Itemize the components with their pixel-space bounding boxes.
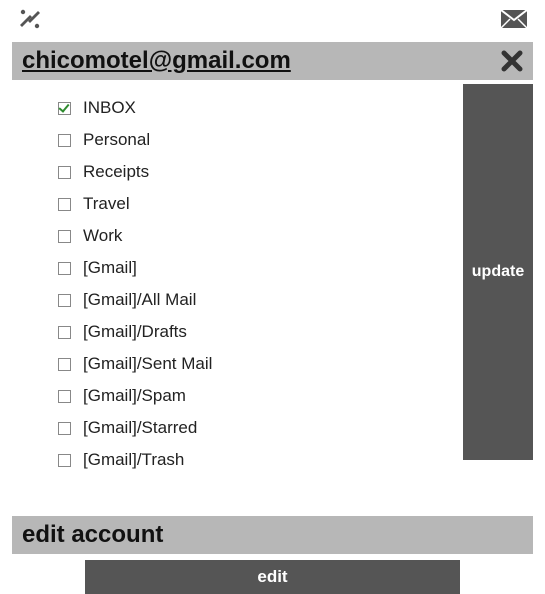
tools-icon[interactable] (18, 7, 42, 31)
folder-item[interactable]: Travel (58, 188, 463, 220)
folder-checkbox[interactable] (58, 390, 71, 403)
folder-item[interactable]: [Gmail]/Trash (58, 444, 463, 476)
folder-label: [Gmail]/Drafts (83, 322, 187, 342)
folder-label: [Gmail]/Trash (83, 450, 184, 470)
folder-checkbox[interactable] (58, 358, 71, 371)
folder-checkbox[interactable] (58, 198, 71, 211)
folder-label: Receipts (83, 162, 149, 182)
folder-item[interactable]: [Gmail]/Drafts (58, 316, 463, 348)
folder-label: Travel (83, 194, 130, 214)
folder-list: INBOX Personal Receipts Travel Work [Gmail] [G… (12, 84, 463, 484)
folder-label: [Gmail]/Spam (83, 386, 186, 406)
folder-checkbox[interactable] (58, 230, 71, 243)
edit-button-label: edit (257, 567, 287, 587)
mail-icon[interactable] (501, 10, 527, 28)
folder-label: [Gmail] (83, 258, 137, 278)
folder-label: Personal (83, 130, 150, 150)
folder-item[interactable]: [Gmail]/Starred (58, 412, 463, 444)
folder-checkbox[interactable] (58, 102, 71, 115)
edit-button-row: edit (12, 560, 533, 594)
folder-item[interactable]: Work (58, 220, 463, 252)
update-button[interactable]: update (463, 84, 533, 460)
folder-item[interactable]: Personal (58, 124, 463, 156)
folder-checkbox[interactable] (58, 294, 71, 307)
folder-item[interactable]: INBOX (58, 92, 463, 124)
folder-checkbox[interactable] (58, 262, 71, 275)
folder-label: Work (83, 226, 122, 246)
folder-label: [Gmail]/Sent Mail (83, 354, 212, 374)
close-icon[interactable] (501, 50, 523, 72)
folder-item[interactable]: [Gmail] (58, 252, 463, 284)
folder-checkbox[interactable] (58, 166, 71, 179)
folder-checkbox[interactable] (58, 134, 71, 147)
folder-label: [Gmail]/Starred (83, 418, 197, 438)
folder-item[interactable]: Receipts (58, 156, 463, 188)
account-header: chicomotel@gmail.com (12, 42, 533, 80)
folder-checkbox[interactable] (58, 422, 71, 435)
folder-label: [Gmail]/All Mail (83, 290, 196, 310)
account-email: chicomotel@gmail.com (22, 47, 291, 75)
folder-checkbox[interactable] (58, 326, 71, 339)
folder-checkbox[interactable] (58, 454, 71, 467)
top-toolbar (0, 0, 545, 34)
update-button-label: update (472, 263, 524, 281)
folder-item[interactable]: [Gmail]/All Mail (58, 284, 463, 316)
edit-button[interactable]: edit (85, 560, 460, 594)
edit-account-header: edit account (12, 516, 533, 554)
folder-label: INBOX (83, 98, 136, 118)
folder-selection-row: INBOX Personal Receipts Travel Work [Gmail] [G… (12, 84, 533, 484)
folder-item[interactable]: [Gmail]/Sent Mail (58, 348, 463, 380)
folder-item[interactable]: [Gmail]/Spam (58, 380, 463, 412)
edit-account-title: edit account (22, 521, 163, 549)
